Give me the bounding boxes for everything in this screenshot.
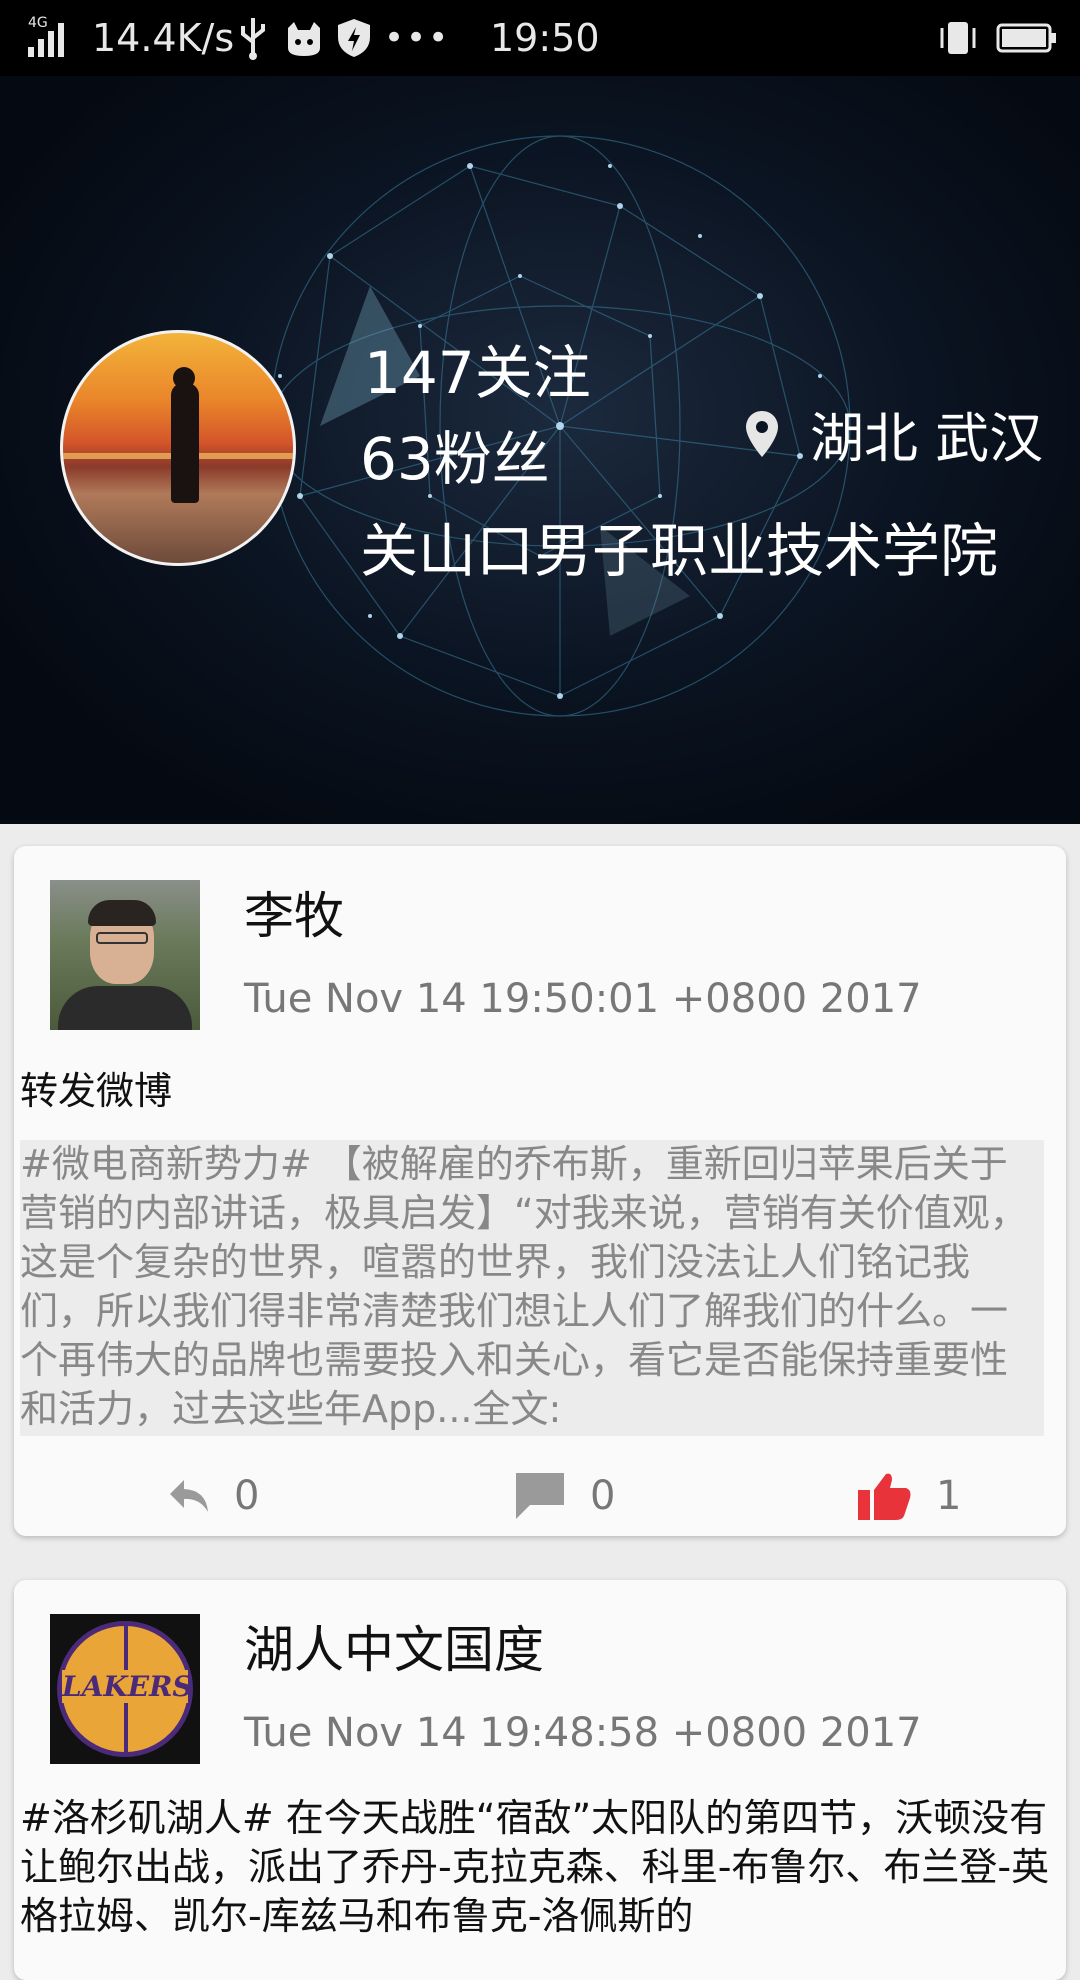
like-button[interactable]: 1 — [856, 1460, 961, 1532]
profile-location: 湖北 武汉 — [744, 394, 1043, 473]
post-text: #洛杉矶湖人# 在今天战胜“宿敌”太阳队的第四节，沃顿没有让鲍尔出战，派出了乔丹… — [20, 1796, 1050, 1938]
like-count: 1 — [936, 1473, 962, 1519]
post-timestamp: Tue Nov 14 19:50:01 +0800 2017 — [244, 976, 922, 1022]
network-speed: 14.4K/s — [92, 16, 235, 60]
repost-count: 0 — [234, 1473, 260, 1519]
network-type: 4G — [28, 15, 48, 31]
battery-icon — [996, 0, 1058, 76]
thumbs-up-icon — [858, 1473, 911, 1520]
vibrate-icon — [936, 0, 980, 76]
more-icon: ••• — [384, 18, 451, 58]
comment-count: 0 — [590, 1473, 616, 1519]
user-avatar[interactable]: LAKERS — [50, 1614, 200, 1764]
user-avatar[interactable] — [50, 880, 200, 1030]
location-pin-icon — [746, 410, 778, 457]
profile-school: 关山口男子职业技术学院 — [360, 517, 999, 585]
post-text: 转发微博 — [20, 1069, 173, 1113]
lakers-logo-text: LAKERS — [62, 1670, 193, 1703]
quoted-post[interactable]: #微电商新势力# 【被解雇的乔布斯，重新回归苹果后关于营销的内部讲话，极具启发】… — [20, 1140, 1044, 1436]
followers-count[interactable]: 63粉丝 — [360, 412, 550, 496]
repost-icon — [170, 1480, 208, 1512]
post-card[interactable]: 李牧 Tue Nov 14 19:50:01 +0800 2017 转发微博 #… — [14, 846, 1066, 1536]
profile-avatar[interactable] — [60, 330, 296, 566]
signal-icon: 4G — [24, 0, 88, 76]
shield-icon — [336, 0, 372, 76]
post-timestamp: Tue Nov 14 19:48:58 +0800 2017 — [244, 1710, 922, 1756]
post-actions: 0 0 1 — [14, 1460, 1066, 1532]
comment-icon — [516, 1473, 564, 1519]
following-count[interactable]: 147关注 — [364, 326, 591, 410]
profile-header: 147关注 63粉丝 关山口男子职业技术学院 湖北 武汉 — [0, 76, 1080, 824]
comment-button[interactable]: 0 — [514, 1460, 615, 1532]
location-text: 湖北 武汉 — [810, 407, 1044, 470]
clock: 19:50 — [490, 16, 600, 60]
status-bar: 4G 14.4K/s ••• 19:50 — [0, 0, 1080, 76]
post-username[interactable]: 李牧 — [244, 876, 344, 948]
post-card[interactable]: LAKERS 湖人中文国度 Tue Nov 14 19:48:58 +0800 … — [14, 1580, 1066, 1980]
usb-icon — [236, 0, 270, 76]
repost-button[interactable]: 0 — [168, 1460, 259, 1532]
post-username[interactable]: 湖人中文国度 — [244, 1610, 544, 1682]
cat-icon — [284, 0, 324, 76]
